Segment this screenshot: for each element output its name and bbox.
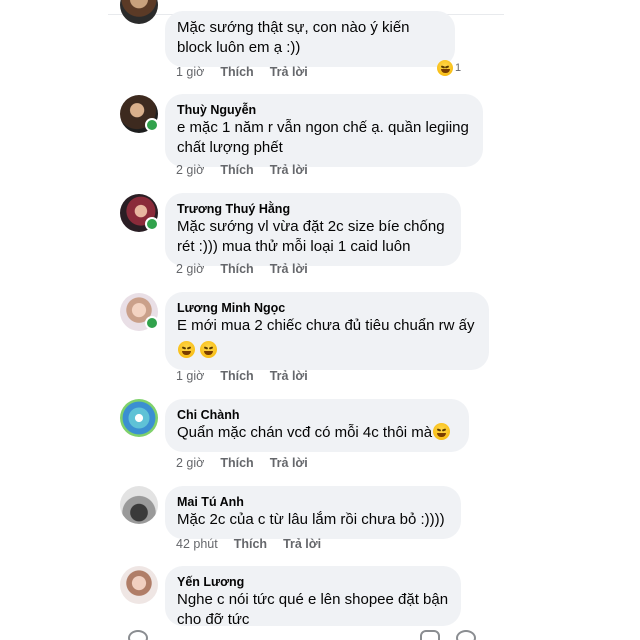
comment-bubble: Lương Minh Ngọc E mới mua 2 chiếc chưa đ…: [165, 292, 489, 370]
reply-button[interactable]: Trả lời: [270, 262, 308, 276]
commenter-name[interactable]: Trương Thuý Hằng: [177, 201, 449, 217]
avatar[interactable]: [120, 293, 159, 331]
comment-time: 2 giờ: [176, 262, 205, 276]
avatar[interactable]: [120, 566, 158, 604]
reply-button[interactable]: Trả lời: [270, 456, 308, 470]
comment-meta: 42 phút Thích Trả lời: [176, 537, 321, 551]
comment-time: 42 phút: [176, 537, 218, 551]
commenter-name[interactable]: Chi Chành: [177, 407, 457, 423]
reply-button[interactable]: Trả lời: [270, 163, 308, 177]
comment-bubble: Chi Chành Quẩn mặc chán vcđ có mỗi 4c th…: [165, 399, 469, 452]
reaction-badge[interactable]: 1: [436, 60, 461, 76]
commenter-name[interactable]: Mai Tú Anh: [177, 494, 449, 510]
comment-input-bar: [108, 626, 504, 640]
comment-time: 2 giờ: [176, 456, 205, 470]
laughing-emoji-icon: [437, 60, 453, 76]
avatar[interactable]: [120, 486, 158, 524]
avatar[interactable]: [120, 95, 159, 133]
avatar[interactable]: [120, 0, 158, 24]
like-button[interactable]: Thích: [220, 163, 253, 177]
comment-bubble: Mai Tú Anh Mặc 2c của c từ lâu lắm rồi c…: [165, 486, 461, 539]
comment-time: 2 giờ: [176, 163, 205, 177]
reply-button[interactable]: Trả lời: [270, 65, 308, 79]
comment-text: Nghe c nói tức qué e lên shopee đặt bận …: [177, 591, 449, 626]
comment-text: Mặc 2c của c từ lâu lắm rồi chưa bỏ :)))…: [177, 511, 445, 528]
comment-text: e mặc 1 năm r vẫn ngon chế ạ. quần legii…: [177, 119, 469, 156]
comment-bubble: Yến Lương Nghe c nói tức qué e lên shope…: [165, 566, 461, 626]
like-button[interactable]: Thích: [220, 369, 253, 383]
comment-time: 1 giờ: [176, 65, 205, 79]
commenter-name[interactable]: Thuỳ Nguyễn: [177, 102, 471, 118]
comment-text: E mới mua 2 chiếc chưa đủ tiêu chuẩn rw …: [177, 317, 475, 334]
avatar[interactable]: [120, 194, 159, 232]
camera-icon[interactable]: [128, 630, 148, 640]
comment-meta: 1 giờ Thích Trả lời: [176, 369, 308, 383]
commenter-name[interactable]: Yến Lương: [177, 574, 449, 590]
comment-meta: 1 giờ Thích Trả lời: [176, 65, 308, 79]
online-status-dot: [145, 118, 159, 132]
laughing-emoji-icon: [200, 341, 218, 358]
comment-text: Mặc sướng vl vừa đặt 2c size bíe chống r…: [177, 218, 445, 255]
comment-meta: 2 giờ Thích Trả lời: [176, 163, 308, 177]
reply-button[interactable]: Trả lời: [270, 369, 308, 383]
reaction-count: 1: [455, 62, 462, 74]
like-button[interactable]: Thích: [234, 537, 267, 551]
online-status-dot: [145, 316, 159, 330]
comment-meta: 2 giờ Thích Trả lời: [176, 456, 308, 470]
comment-meta: 2 giờ Thích Trả lời: [176, 262, 308, 276]
comment-bubble: Trương Thuý Hằng Mặc sướng vl vừa đặt 2c…: [165, 193, 461, 266]
emoji-icon[interactable]: [456, 630, 476, 640]
like-button[interactable]: Thích: [220, 262, 253, 276]
laughing-emoji-icon: [178, 341, 195, 358]
comment-time: 1 giờ: [176, 369, 205, 383]
comment-text: Mặc sướng thật sự, con nào ý kiến block …: [177, 19, 410, 56]
comment-bubble: Thuỳ Nguyễn e mặc 1 năm r vẫn ngon chế ạ…: [165, 94, 483, 167]
online-status-dot: [145, 217, 159, 231]
gif-icon[interactable]: [420, 630, 440, 640]
like-button[interactable]: Thích: [220, 456, 253, 470]
commenter-name[interactable]: Lương Minh Ngọc: [177, 300, 477, 316]
like-button[interactable]: Thích: [220, 65, 253, 79]
reply-button[interactable]: Trả lời: [283, 537, 321, 551]
comment-text: Quẩn mặc chán vcđ có mỗi 4c thôi mà: [177, 423, 457, 443]
laughing-emoji-icon: [433, 423, 451, 440]
comment-bubble: Mặc sướng thật sự, con nào ý kiến block …: [165, 11, 455, 67]
avatar[interactable]: [120, 399, 158, 437]
comments-panel: Mặc sướng thật sự, con nào ý kiến block …: [108, 0, 504, 640]
